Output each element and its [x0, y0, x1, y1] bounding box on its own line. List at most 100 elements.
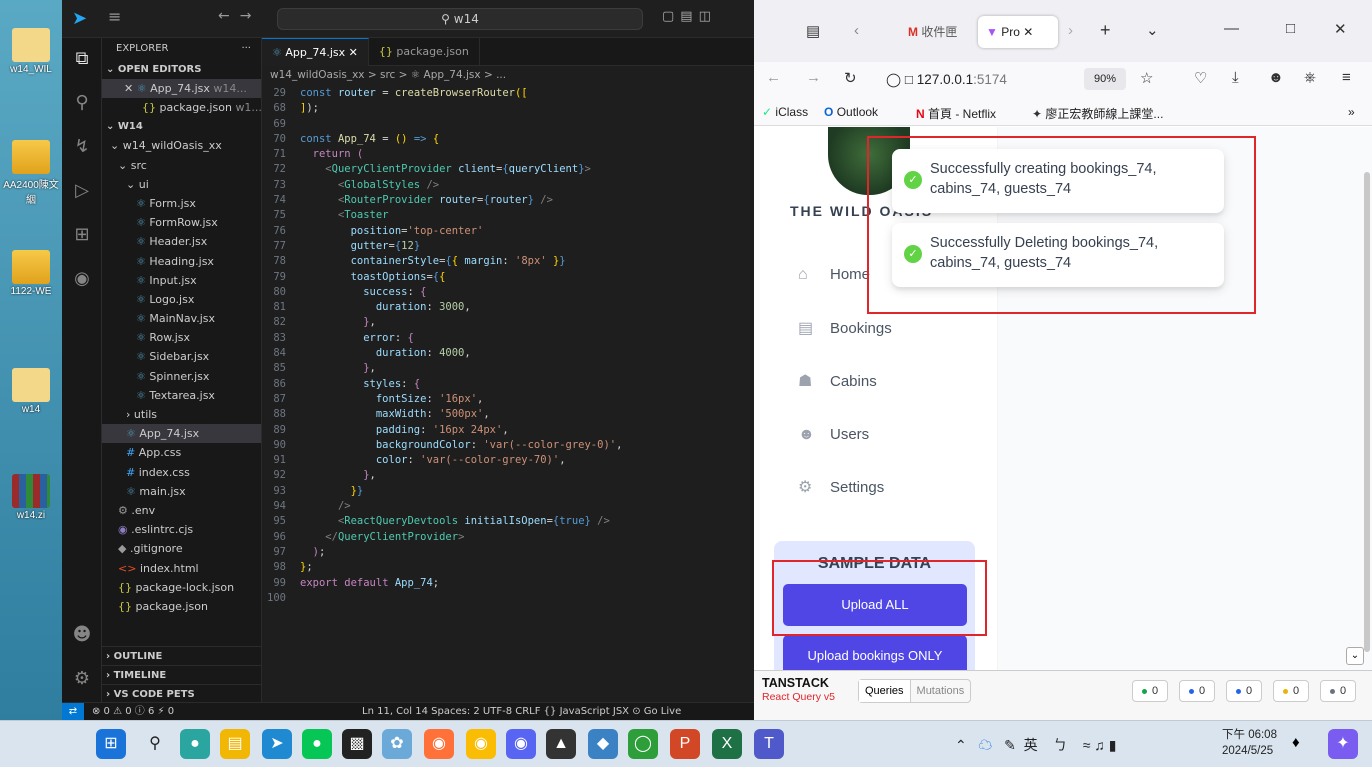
file-item[interactable]: ⚛ Textarea.jsx [102, 386, 261, 405]
volume-icon[interactable]: ♫ [1094, 737, 1105, 753]
file-explorer-icon[interactable]: ▤ [220, 729, 250, 759]
extensions-icon[interactable]: ⎈ [1304, 69, 1316, 86]
nav-bookings[interactable]: ▤ Bookings [798, 317, 892, 341]
file-item[interactable]: # index.css [102, 463, 261, 482]
problems-status[interactable]: ⊗ 0 ⚠ 0 ⓘ 6 ⚡ 0 [92, 703, 174, 721]
file-item[interactable]: {} package.json [102, 597, 261, 616]
nav-home[interactable]: ⌂ Home [798, 263, 870, 287]
firefox-icon[interactable]: ◉ [424, 729, 454, 759]
file-item[interactable]: ⚛ MainNav.jsx [102, 309, 261, 328]
battery-icon[interactable]: ▮ [1109, 737, 1117, 753]
desktop-icon[interactable]: w14_WIL [0, 28, 62, 75]
menu-icon[interactable]: ≡ [108, 7, 121, 26]
explorer-icon[interactable]: ⧉ [62, 48, 102, 69]
file-item[interactable]: ⚙ .env [102, 501, 261, 520]
bookmark-iclass[interactable]: ✓ iClass [762, 105, 808, 119]
folder-item[interactable]: ⌄ src [102, 156, 261, 175]
chevron-right-icon[interactable]: › [1068, 22, 1073, 39]
tab-gmail[interactable]: M 收件匣 [900, 16, 970, 48]
minimize-icon[interactable]: — [1224, 20, 1239, 37]
app-menu-icon[interactable]: ≡ [1342, 69, 1351, 86]
new-tab-icon[interactable]: + [1100, 20, 1111, 41]
account-icon[interactable]: ☻ [1268, 69, 1284, 86]
desktop-icon[interactable]: w14.zi [0, 474, 62, 521]
open-editor-item[interactable]: {} package.json w1... [102, 98, 261, 117]
maximize-icon[interactable]: □ [1286, 20, 1295, 37]
reload-icon[interactable]: ↻ [844, 69, 857, 87]
tab-app-74[interactable]: ⚛ App_74.jsx ✕ [262, 38, 369, 66]
file-item[interactable]: ⚛ App_74.jsx [102, 424, 261, 444]
search-icon[interactable]: ⚲ [140, 729, 170, 759]
file-item[interactable]: # App.css [102, 443, 261, 462]
file-item[interactable]: ⚛ Sidebar.jsx [102, 347, 261, 366]
copilot-icon[interactable]: ✦ [1328, 729, 1358, 759]
widgets-icon[interactable]: ● [180, 729, 210, 759]
file-item[interactable]: ⚛ Input.jsx [102, 271, 261, 290]
breadcrumb[interactable]: w14_wildOasis_xx > src > ⚛ App_74.jsx > … [262, 66, 754, 84]
excel-icon[interactable]: X [712, 729, 742, 759]
tab-active[interactable]: ▼ Pro ✕ [978, 16, 1058, 48]
file-item[interactable]: ⚛ Header.jsx [102, 232, 261, 251]
wifi-icon[interactable]: ≈ [1083, 737, 1091, 753]
file-item[interactable]: ⚛ main.jsx [102, 482, 261, 501]
file-item[interactable]: ⚛ Logo.jsx [102, 290, 261, 309]
bookmark-outlook[interactable]: O Outlook [824, 105, 878, 119]
onedrive-icon[interactable]: ☁ [978, 737, 992, 753]
powerpoint-icon[interactable]: P [670, 729, 700, 759]
account-icon[interactable]: ☻ [62, 624, 102, 645]
app-icon[interactable]: ▲ [546, 729, 576, 759]
extensions-icon[interactable]: ⊞ [62, 224, 102, 245]
workspace-section[interactable]: ⌄ W14 [102, 117, 261, 136]
start-icon[interactable]: ⊞ [96, 729, 126, 759]
notification-bell-icon[interactable]: ♦ [1292, 734, 1300, 751]
page-scrollbar[interactable] [1364, 172, 1370, 652]
back-icon[interactable]: ← [766, 69, 781, 86]
file-item[interactable]: {} package-lock.json [102, 578, 261, 597]
pen-icon[interactable]: ✎ [1004, 737, 1016, 753]
chevron-down-icon[interactable]: ⌄ [1346, 647, 1364, 665]
zoom-level[interactable]: 90% [1084, 68, 1126, 90]
close-icon[interactable]: ✕ [1023, 25, 1033, 39]
chevron-left-icon[interactable]: ‹ [854, 22, 859, 39]
pocket-icon[interactable]: ♡ [1194, 69, 1207, 87]
folder-item[interactable]: ⌄ w14_wildOasis_xx [102, 136, 261, 155]
nav-cabins[interactable]: ☗ Cabins [798, 370, 877, 394]
folder-item[interactable]: › utils [102, 405, 261, 424]
tab-queries[interactable]: Queries [859, 680, 910, 702]
outline-section[interactable]: › OUTLINE [102, 646, 261, 665]
upload-bookings-button[interactable]: Upload bookings ONLY [783, 635, 967, 670]
tab-list-icon[interactable]: ▤ [806, 22, 820, 40]
search-icon[interactable]: ⚲ [62, 92, 102, 113]
tanstack-logo[interactable]: TANSTACK React Query v5 [762, 677, 835, 704]
file-item[interactable]: ◆ .gitignore [102, 539, 261, 558]
line-icon[interactable]: ● [302, 729, 332, 759]
bookmark-course[interactable]: ✦ 廖正宏教師線上課堂... [1032, 105, 1163, 122]
forward-icon[interactable]: → [806, 69, 821, 86]
clock[interactable]: 下午 06:08 2024/5/25 [1222, 727, 1277, 759]
file-item[interactable]: ⚛ FormRow.jsx [102, 213, 261, 232]
desktop-icon[interactable]: 1122-WE [0, 250, 62, 297]
close-icon[interactable]: ✕ [349, 46, 358, 59]
ime-mode[interactable]: ㄅ [1053, 737, 1067, 753]
remote-icon[interactable]: ◉ [62, 268, 102, 289]
file-item[interactable]: ⚛ Form.jsx [102, 194, 261, 213]
file-item[interactable]: <> index.html [102, 559, 261, 578]
remote-icon[interactable]: ⇄ [62, 703, 84, 721]
bookmark-netflix[interactable]: N 首頁 - Netflix [916, 105, 996, 122]
open-editors-section[interactable]: ⌄ OPEN EDITORS [102, 60, 261, 79]
vscode-pets-section[interactable]: › VS CODE PETS [102, 684, 261, 702]
tab-package-json[interactable]: {} package.json [369, 38, 480, 66]
file-item[interactable]: ⚛ Spinner.jsx [102, 367, 261, 386]
timeline-section[interactable]: › TIMELINE [102, 665, 261, 684]
layout-icons[interactable]: ▢▤◫ [662, 9, 717, 24]
nav-settings[interactable]: ⚙ Settings [798, 476, 884, 500]
file-item[interactable]: ⚛ Heading.jsx [102, 252, 261, 271]
file-item[interactable]: ⚛ Row.jsx [102, 328, 261, 347]
chevron-up-icon[interactable]: ⌃ [955, 737, 967, 753]
editor-status[interactable]: Ln 11, Col 14 Spaces: 2 UTF-8 CRLF {} Ja… [362, 703, 681, 721]
download-icon[interactable]: ⤓ [1232, 69, 1239, 86]
bookmarks-overflow-icon[interactable]: » [1348, 105, 1355, 119]
command-search[interactable]: ⚲ w14 [277, 8, 643, 30]
nav-users[interactable]: ☻ Users [798, 423, 869, 447]
run-debug-icon[interactable]: ▷ [62, 180, 102, 201]
